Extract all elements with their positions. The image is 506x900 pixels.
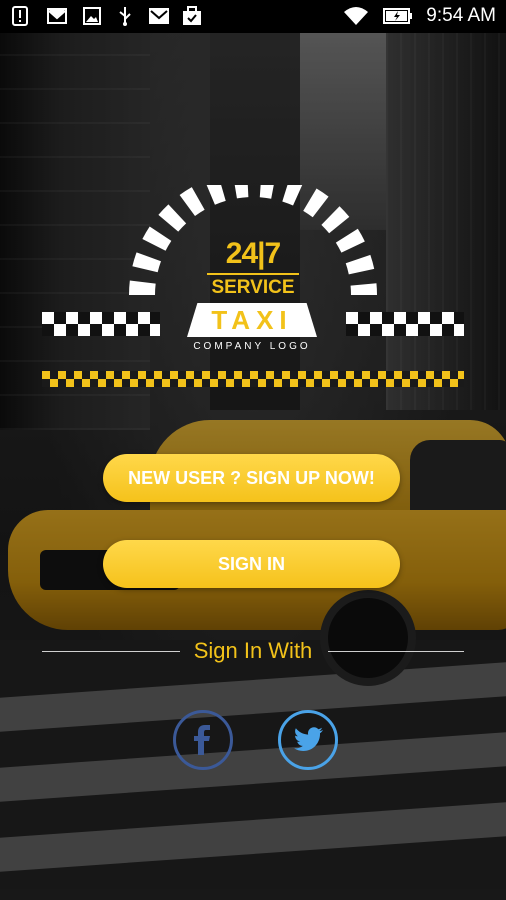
- background-scene: [0, 0, 506, 900]
- facebook-icon: [194, 725, 210, 755]
- logo-tagline: COMPANY LOGO: [193, 341, 311, 352]
- facebook-button[interactable]: [173, 710, 233, 770]
- logo-number: 24|7: [225, 237, 281, 270]
- company-logo: 24|7 SERVICE TAXI COMPANY LOGO: [42, 185, 464, 390]
- usb-icon: [115, 6, 135, 26]
- checkered-wing-right: [346, 312, 464, 336]
- twitter-icon: [294, 727, 323, 751]
- mail-icon: [147, 6, 171, 26]
- twitter-button[interactable]: [278, 710, 338, 770]
- status-time: 9:54 AM: [426, 5, 496, 26]
- mail-icon: [45, 6, 69, 26]
- signin-button[interactable]: SIGN IN: [103, 540, 400, 588]
- image-icon: [82, 6, 102, 26]
- alert-icon: [10, 6, 30, 26]
- signin-with-heading: Sign In With: [193, 638, 313, 663]
- signup-button[interactable]: NEW USER ? SIGN UP NOW!: [103, 454, 400, 502]
- wifi-icon: [342, 6, 370, 26]
- background-shade: [0, 0, 506, 900]
- status-bar: 9:54 AM: [0, 0, 506, 33]
- logo-taxi: TAXI: [211, 305, 293, 335]
- logo-checkered-band: [42, 371, 464, 387]
- battery-icon: [383, 6, 413, 26]
- briefcase-icon: [181, 6, 203, 26]
- checkered-wing-left: [42, 312, 160, 336]
- logo-service: SERVICE: [207, 273, 299, 299]
